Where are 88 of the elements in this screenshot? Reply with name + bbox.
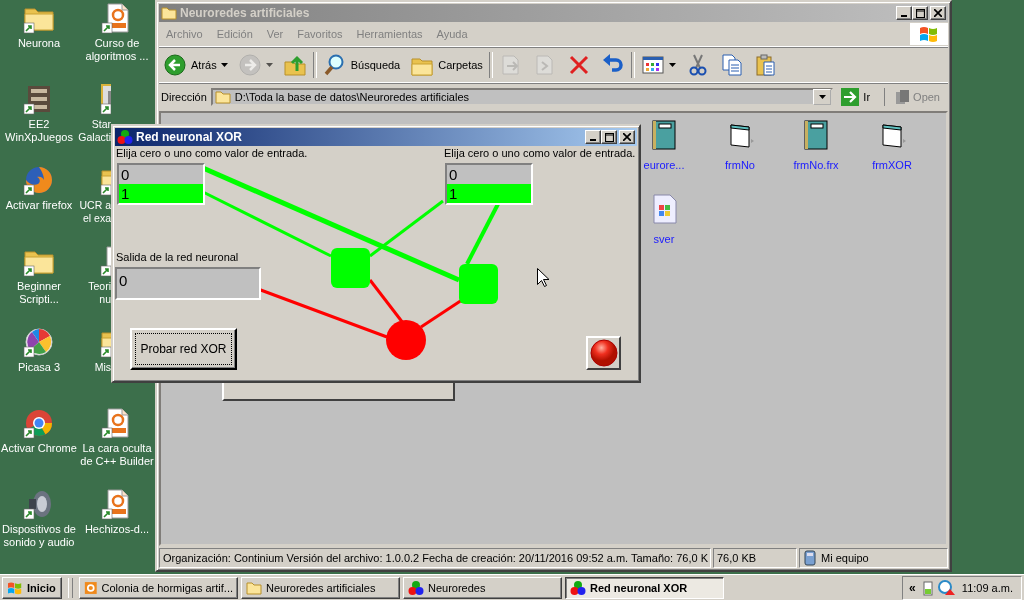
status-text: Organización: Continium Versión del archivo: 1.0.0.2 Fecha de creación: 20/11/2016 09:52 a.m. Tamaño: 76,0 K (163, 552, 709, 564)
list-option[interactable]: 0 (447, 165, 531, 184)
icon-label: Hechizos-d... (83, 523, 151, 536)
minimize-button[interactable] (585, 130, 601, 144)
status-text: 76,0 KB (717, 552, 757, 564)
folder-icon (214, 90, 231, 104)
windows-logo-icon (919, 25, 939, 43)
window-title: Red neuronal XOR (136, 130, 243, 144)
test-button[interactable]: Probar red XOR (130, 328, 237, 370)
list-option[interactable]: 0 (119, 165, 203, 184)
icon-label: EE2 WinXpJuegos (4, 118, 74, 144)
taskbar-button[interactable]: Colonia de hormigas artif... (79, 576, 238, 599)
show-hidden-icons-button[interactable]: « (907, 580, 918, 595)
window-title: Neuroredes artificiales (180, 6, 311, 20)
close-icon (623, 133, 631, 141)
output-label: Salida de la red neuronal (116, 251, 239, 263)
caret-icon (220, 63, 228, 67)
battery-icon[interactable] (922, 579, 933, 596)
browser-icon (23, 164, 55, 196)
close-icon (934, 9, 942, 17)
icon-label: La cara oculta de C++ Builder (79, 442, 155, 468)
icon-label: Curso de algoritmos ... (84, 37, 150, 63)
copy-icon (719, 53, 744, 77)
taskbar-button[interactable]: Red neuronal XOR (565, 576, 724, 599)
back-button[interactable]: Atrás (159, 51, 232, 79)
folders-button[interactable]: Carpetas (406, 51, 487, 79)
icon-label: Beginner Scripti... (15, 280, 62, 306)
colored-dots-icon (408, 579, 424, 596)
book-icon[interactable] (649, 119, 679, 151)
close-button[interactable] (619, 130, 635, 144)
computer-icon (803, 550, 817, 566)
list-option[interactable]: 1 (119, 184, 203, 203)
file-name[interactable]: sver (653, 233, 675, 245)
shortcut-icon[interactable] (100, 83, 111, 115)
list-option[interactable]: 1 (447, 184, 531, 203)
folder-icon (246, 580, 262, 595)
icon-label: UCR a el exa (78, 199, 111, 225)
mouse-pointer-icon (537, 268, 549, 287)
colored-dots-icon (570, 579, 586, 596)
pages-icon (895, 89, 912, 105)
output-field: 0 (115, 267, 261, 300)
icon-label: Neurona (16, 37, 62, 50)
close-button[interactable] (930, 6, 946, 20)
icon-label: Picasa 3 (16, 361, 62, 374)
icon-label: Mis (93, 361, 111, 374)
icon-label: Star Galacti (78, 118, 111, 144)
input-label: Elija cero o uno como valor de entrada. (116, 147, 308, 159)
file-name[interactable]: frmXOR (872, 159, 912, 171)
address-label: Dirección (161, 91, 207, 103)
input-list[interactable]: 0 1 (117, 163, 205, 205)
status-text: Mi equipo (821, 552, 869, 564)
address-field[interactable]: D:\Toda la base de datos\Neuroredes artificiales (210, 88, 834, 106)
maximize-icon (604, 132, 614, 142)
icon-label: Dispositivos de sonido y audio (1, 523, 77, 549)
file-name[interactable]: eurore... (643, 159, 685, 171)
browser-icon (23, 407, 55, 439)
minimize-button[interactable] (896, 6, 912, 20)
paste-icon (753, 53, 778, 77)
search-button[interactable]: Búsqueda (318, 51, 405, 79)
file-name[interactable]: frmNo.frx (793, 159, 839, 171)
book-icon[interactable] (801, 119, 831, 151)
ball-icon (589, 339, 618, 367)
views-icon (640, 53, 665, 77)
maximize-button[interactable] (912, 6, 928, 20)
caret-icon (265, 63, 273, 67)
go-button[interactable]: Ir (837, 88, 886, 106)
caret-icon (818, 95, 826, 99)
maximize-icon (915, 8, 925, 18)
taskbar-button[interactable]: Neuroredes artificiales (241, 576, 400, 599)
pdf-document-icon (84, 579, 98, 596)
windows-logo-icon (7, 580, 23, 595)
caret-icon (668, 63, 676, 67)
taskbar-button[interactable]: Neuroredes (403, 576, 562, 599)
colored-dots-icon (117, 129, 133, 145)
maximize-button[interactable] (601, 130, 617, 144)
lamp-button[interactable] (586, 336, 621, 370)
input-list[interactable]: 0 1 (445, 163, 533, 205)
icon-label: Teori nu (87, 280, 111, 306)
folder-up-icon (282, 53, 307, 77)
start-button[interactable]: Inicio (2, 576, 62, 599)
input-label: Elija cero o uno como valor de entrada. (444, 147, 636, 159)
pinwheel-icon (23, 326, 55, 358)
file-name[interactable]: frmNo (725, 159, 755, 171)
folder-icon (161, 6, 177, 20)
arrow-icon (841, 88, 860, 106)
icon-label: Activar firefox (4, 199, 74, 212)
clock-time: 11:09 a.m. (961, 581, 1013, 594)
icon-label: Activar Chrome (1, 442, 77, 455)
